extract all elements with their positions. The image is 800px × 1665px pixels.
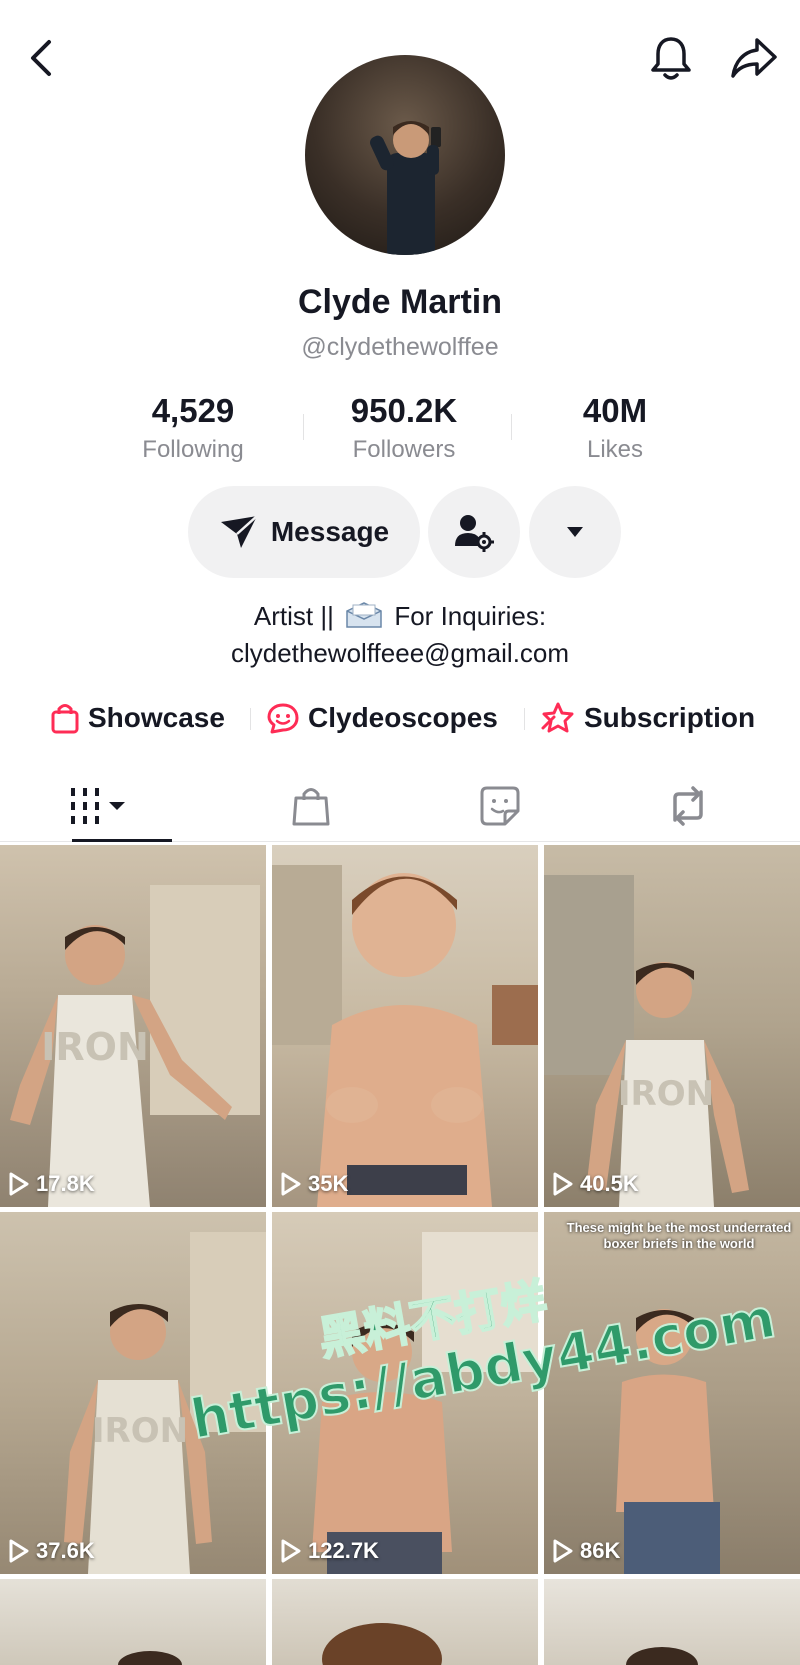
play-icon	[281, 1539, 301, 1563]
showcase-link[interactable]: Showcase	[50, 694, 225, 742]
tab-shop[interactable]	[211, 770, 411, 842]
play-icon	[553, 1172, 573, 1196]
view-count: 35K	[280, 1171, 348, 1197]
link-divider	[524, 708, 525, 730]
thumbnail-person	[322, 1623, 442, 1665]
caret-down-icon	[567, 527, 583, 537]
profile-name: Clyde Martin	[297, 283, 503, 321]
video-thumbnail[interactable]: 35K	[272, 845, 538, 1207]
link-label: Clydeoscopes	[308, 702, 498, 733]
stat-label: Following	[142, 436, 244, 463]
view-count-label: 40.5K	[580, 1171, 639, 1196]
stat-following[interactable]: 4,529 Following	[103, 392, 283, 464]
video-thumbnail[interactable]	[272, 1579, 538, 1665]
user-gear-icon	[455, 515, 494, 552]
view-count: 37.6K	[8, 1538, 95, 1564]
clydeoscopes-link[interactable]: Clydeoscopes	[266, 694, 498, 742]
tab-stickers[interactable]	[400, 770, 600, 842]
chevron-left-icon	[31, 40, 51, 76]
share-button[interactable]	[726, 30, 782, 86]
video-thumbnail[interactable]	[0, 1579, 266, 1665]
tab-reposts[interactable]	[588, 770, 788, 842]
link-label: Showcase	[88, 702, 225, 733]
tab-videos[interactable]	[0, 770, 200, 842]
play-icon	[9, 1172, 29, 1196]
view-count: 86K	[552, 1538, 620, 1564]
subscription-link[interactable]: Subscription	[540, 694, 755, 742]
sticker-icon	[480, 786, 520, 826]
thumbnail-person	[626, 1647, 698, 1665]
stat-value: 950.2K	[350, 392, 458, 429]
friend-settings-button[interactable]	[428, 486, 520, 578]
repost-icon	[673, 786, 703, 826]
stat-divider	[511, 414, 512, 440]
view-count: 122.7K	[280, 1538, 379, 1564]
view-count-label: 35K	[308, 1171, 349, 1196]
send-icon	[220, 515, 258, 548]
view-count-label: 86K	[580, 1538, 621, 1563]
avatar-photo-figure	[370, 121, 441, 255]
bio-line-1: Artist || For Inquiries:	[0, 598, 800, 635]
sticker-smile-icon	[267, 703, 299, 734]
stat-label: Likes	[586, 436, 644, 463]
notification-bell-button[interactable]	[643, 30, 699, 86]
shopping-bag-icon	[292, 788, 330, 826]
svg-text:IRON: IRON	[92, 1411, 188, 1451]
message-button[interactable]: Message	[188, 486, 420, 578]
play-icon	[281, 1172, 301, 1196]
profile-actions: Message	[0, 486, 800, 578]
stat-followers[interactable]: 950.2K Followers	[314, 392, 494, 464]
stat-divider	[303, 414, 304, 440]
play-icon	[553, 1539, 573, 1563]
active-tab-indicator	[72, 839, 172, 842]
svg-text:IRON: IRON	[41, 1025, 149, 1069]
shopping-bag-icon	[51, 704, 79, 734]
video-thumbnail[interactable]: IRON 17.8K	[0, 845, 266, 1207]
more-options-button[interactable]	[529, 486, 621, 578]
play-icon	[9, 1539, 29, 1563]
stat-value: 4,529	[151, 392, 235, 429]
link-divider	[250, 708, 251, 730]
stat-likes[interactable]: 40M Likes	[525, 392, 705, 464]
grid-videos-icon	[71, 788, 125, 824]
back-button[interactable]	[14, 30, 70, 86]
view-count-label: 122.7K	[308, 1538, 379, 1563]
view-count-label: 17.8K	[36, 1171, 95, 1196]
bio-prefix: Artist ||	[253, 601, 334, 631]
thumbnail-person	[272, 865, 538, 1207]
bio-email[interactable]: clydethewolffeee@gmail.com	[0, 635, 800, 672]
profile-bio: Artist || For Inquiries: clydethewolffee…	[0, 598, 800, 672]
svg-text:IRON: IRON	[618, 1074, 714, 1114]
link-label: Subscription	[584, 702, 756, 733]
view-count: 40.5K	[552, 1171, 639, 1197]
stat-label: Followers	[352, 436, 456, 463]
view-count: 17.8K	[8, 1171, 95, 1197]
stat-value: 40M	[582, 392, 648, 429]
share-arrow-icon	[731, 38, 777, 78]
view-count-label: 37.6K	[36, 1538, 95, 1563]
video-thumbnail[interactable]	[544, 1579, 800, 1665]
bell-icon	[651, 37, 691, 80]
thumbnail-person: IRON	[544, 875, 749, 1207]
profile-links: Showcase Clydeoscopes Subscription	[0, 694, 800, 742]
bio-suffix: For Inquiries:	[394, 601, 547, 631]
video-thumbnail[interactable]: IRON 40.5K	[544, 845, 800, 1207]
thumbnail-person: IRON	[10, 885, 260, 1207]
star-badge-icon	[541, 702, 574, 733]
profile-avatar[interactable]	[305, 55, 505, 255]
thumbnail-person	[118, 1651, 182, 1665]
message-button-label: Message	[270, 516, 390, 547]
content-tabs	[0, 770, 800, 842]
profile-handle: @clydethewolffee	[301, 333, 499, 361]
envelope-emoji-icon	[346, 602, 382, 628]
profile-stats: 4,529 Following 950.2K Followers 40M Lik…	[100, 392, 700, 467]
